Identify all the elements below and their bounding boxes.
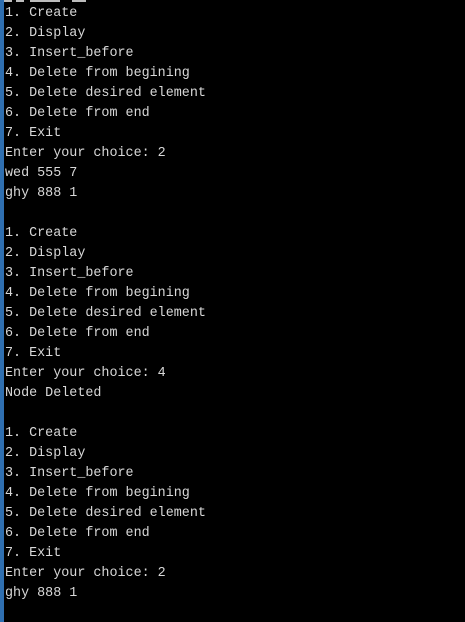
console-line: 6. Delete from end — [5, 526, 150, 541]
console-line: wed 555 7 — [5, 166, 78, 181]
console-line: 4. Delete from begining — [5, 66, 190, 81]
console-line: 6. Delete from end — [5, 106, 150, 121]
console-line: ghy 888 1 — [5, 586, 78, 601]
console-line: 3. Insert_before — [5, 466, 134, 481]
console-line: 5. Delete desired element — [5, 506, 206, 521]
console-prompt: Enter your choice: 2 — [5, 566, 166, 581]
console-line: 4. Delete from begining — [5, 486, 190, 501]
console-line: 1. Create — [5, 6, 78, 21]
console-line: 2. Display — [5, 446, 86, 461]
console-line: 5. Delete desired element — [5, 306, 206, 321]
console-line: 6. Delete from end — [5, 326, 150, 341]
console-line: 7. Exit — [5, 346, 62, 361]
console-line: 1. Create — [5, 226, 78, 241]
console-line: 5. Delete desired element — [5, 86, 206, 101]
window-frame-edge — [0, 0, 4, 622]
console-line: 1. Create — [5, 426, 78, 441]
console-line: 3. Insert_before — [5, 266, 134, 281]
console-line: Node Deleted — [5, 386, 102, 401]
console-line: ghy 888 1 — [5, 186, 78, 201]
console-window[interactable]: 1. Create 2. Display 3. Insert_before 4. De… — [0, 0, 465, 622]
console-line: 4. Delete from begining — [5, 286, 190, 301]
console-line: 7. Exit — [5, 546, 62, 561]
console-line: 3. Insert_before — [5, 46, 134, 61]
console-line: 7. Exit — [5, 126, 62, 141]
console-output: 1. Create 2. Display 3. Insert_before 4. De… — [5, 4, 465, 604]
console-line: 2. Display — [5, 246, 86, 261]
console-prompt: Enter your choice: 2 — [5, 146, 166, 161]
clipped-previous-line — [4, 0, 88, 3]
console-line: 2. Display — [5, 26, 86, 41]
console-prompt: Enter your choice: 4 — [5, 366, 166, 381]
